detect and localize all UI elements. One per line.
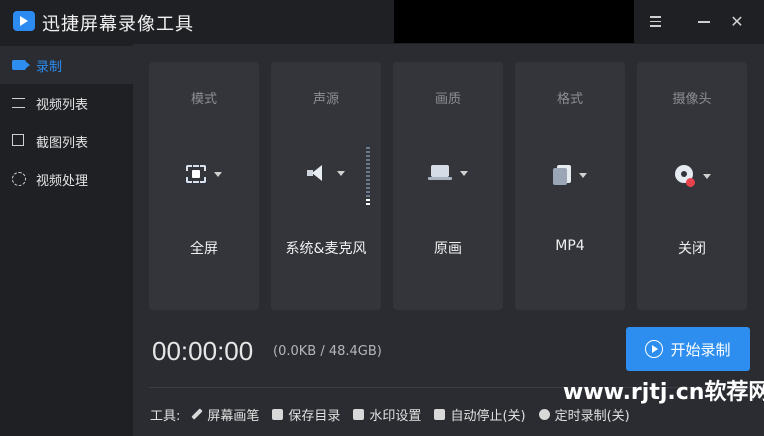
volume-segment: [366, 171, 370, 173]
minimize-button[interactable]: [692, 10, 716, 34]
folder-icon: [272, 408, 284, 420]
tools-label: 工具:: [150, 408, 181, 424]
tool-label: 屏幕画笔: [207, 408, 260, 424]
scheduled-recording-button[interactable]: 定时录制(关): [538, 405, 630, 424]
auto-stop-button[interactable]: 自动停止(关): [434, 405, 526, 424]
mode-card[interactable]: 模式 全屏: [149, 62, 259, 310]
webcam-value: 关闭: [678, 241, 706, 257]
sidebar-item-record[interactable]: 录制: [0, 46, 133, 84]
webcam-selector[interactable]: [637, 165, 747, 187]
recording-timer: 00:00:00: [152, 336, 254, 366]
volume-segment: [366, 147, 370, 149]
watermark-icon: [353, 408, 365, 420]
format-label: 格式: [556, 92, 583, 107]
audio-source-value: 系统&麦克风: [285, 241, 367, 257]
quality-selector[interactable]: [393, 165, 503, 181]
sidebar: 录制 视频列表 截图列表 视频处理: [0, 44, 133, 436]
storage-info: (0.0KB / 48.4GB): [273, 344, 382, 359]
tool-label: 定时录制(关): [554, 408, 630, 424]
volume-segment: [366, 191, 370, 193]
sidebar-item-label: 截图列表: [36, 135, 89, 151]
site-watermark: www.rjtj.cn软荐网: [563, 380, 764, 405]
save-directory-button[interactable]: 保存目录: [272, 405, 340, 424]
start-recording-button[interactable]: 开始录制: [626, 327, 750, 371]
hamburger-icon: [650, 16, 661, 27]
sidebar-item-video-processing[interactable]: 视频处理: [0, 160, 133, 198]
quality-card[interactable]: 画质 原画: [393, 62, 503, 310]
play-icon: [645, 340, 664, 358]
sidebar-item-label: 录制: [36, 59, 63, 75]
chevron-down-icon: [703, 173, 711, 179]
speaker-icon: [307, 165, 329, 181]
screen-pen-button[interactable]: 屏幕画笔: [191, 405, 260, 424]
video-camera-icon: [13, 11, 35, 31]
volume-segment: [366, 203, 370, 205]
volume-segment: [366, 179, 370, 181]
volume-segment: [366, 159, 370, 161]
watermark-settings-button[interactable]: 水印设置: [353, 405, 421, 424]
webcam-card[interactable]: 摄像头 关闭: [637, 62, 747, 310]
chevron-down-icon: [460, 170, 468, 176]
main-panel: 模式 全屏 声源 系统&麦克风 画质 原画 格式 MP4 摄像头 关闭 00:0…: [133, 44, 764, 436]
webcam-off-icon: [673, 165, 695, 187]
start-recording-label: 开始录制: [670, 340, 731, 359]
chevron-down-icon: [214, 171, 222, 177]
app-title: 迅捷屏幕录像工具: [42, 14, 194, 35]
volume-segment: [366, 187, 370, 189]
laptop-icon: [428, 165, 452, 181]
chevron-down-icon: [337, 170, 345, 176]
close-button[interactable]: ✕: [725, 10, 749, 34]
minimize-icon: [698, 21, 710, 23]
volume-segment: [366, 167, 370, 169]
fullscreen-icon: [186, 165, 206, 183]
sidebar-item-label: 视频列表: [36, 97, 89, 113]
volume-segment: [366, 199, 370, 201]
pen-icon: [191, 408, 204, 420]
mode-selector[interactable]: [149, 165, 259, 183]
tool-label: 自动停止(关): [450, 408, 526, 424]
audio-source-card[interactable]: 声源 系统&麦克风: [271, 62, 381, 310]
video-camera-icon: [12, 58, 28, 72]
audio-source-label: 声源: [312, 92, 339, 107]
volume-meter: [366, 147, 371, 205]
volume-segment: [366, 155, 370, 157]
list-icon: [12, 96, 28, 110]
menu-button[interactable]: [644, 10, 668, 34]
file-icon: [553, 165, 571, 185]
volume-segment: [366, 151, 370, 153]
clock-icon: [538, 408, 550, 420]
sidebar-item-video-list[interactable]: 视频列表: [0, 84, 133, 122]
volume-segment: [366, 183, 370, 185]
chevron-down-icon: [579, 172, 587, 178]
title-bar: 迅捷屏幕录像工具 ✕: [0, 0, 764, 44]
audio-source-selector[interactable]: [271, 165, 381, 181]
pause-icon: [434, 408, 446, 420]
quality-value: 原画: [434, 241, 462, 257]
tools-bar: 工具: 屏幕画笔 保存目录 水印设置 自动停止(关) 定时录制(关): [150, 405, 643, 424]
redacted-area: [394, 0, 634, 43]
crop-icon: [12, 134, 28, 148]
tools-icon: [12, 172, 28, 186]
tool-label: 水印设置: [369, 408, 422, 424]
webcam-label: 摄像头: [672, 92, 712, 107]
volume-segment: [366, 163, 370, 165]
volume-segment: [366, 175, 370, 177]
volume-segment: [366, 195, 370, 197]
sidebar-item-screenshot-list[interactable]: 截图列表: [0, 122, 133, 160]
mode-label: 模式: [190, 92, 217, 107]
tool-label: 保存目录: [288, 408, 341, 424]
format-selector[interactable]: [515, 165, 625, 185]
format-value: MP4: [555, 238, 585, 254]
quality-label: 画质: [434, 92, 461, 107]
format-card[interactable]: 格式 MP4: [515, 62, 625, 310]
sidebar-item-label: 视频处理: [36, 173, 89, 189]
mode-value: 全屏: [190, 241, 218, 257]
